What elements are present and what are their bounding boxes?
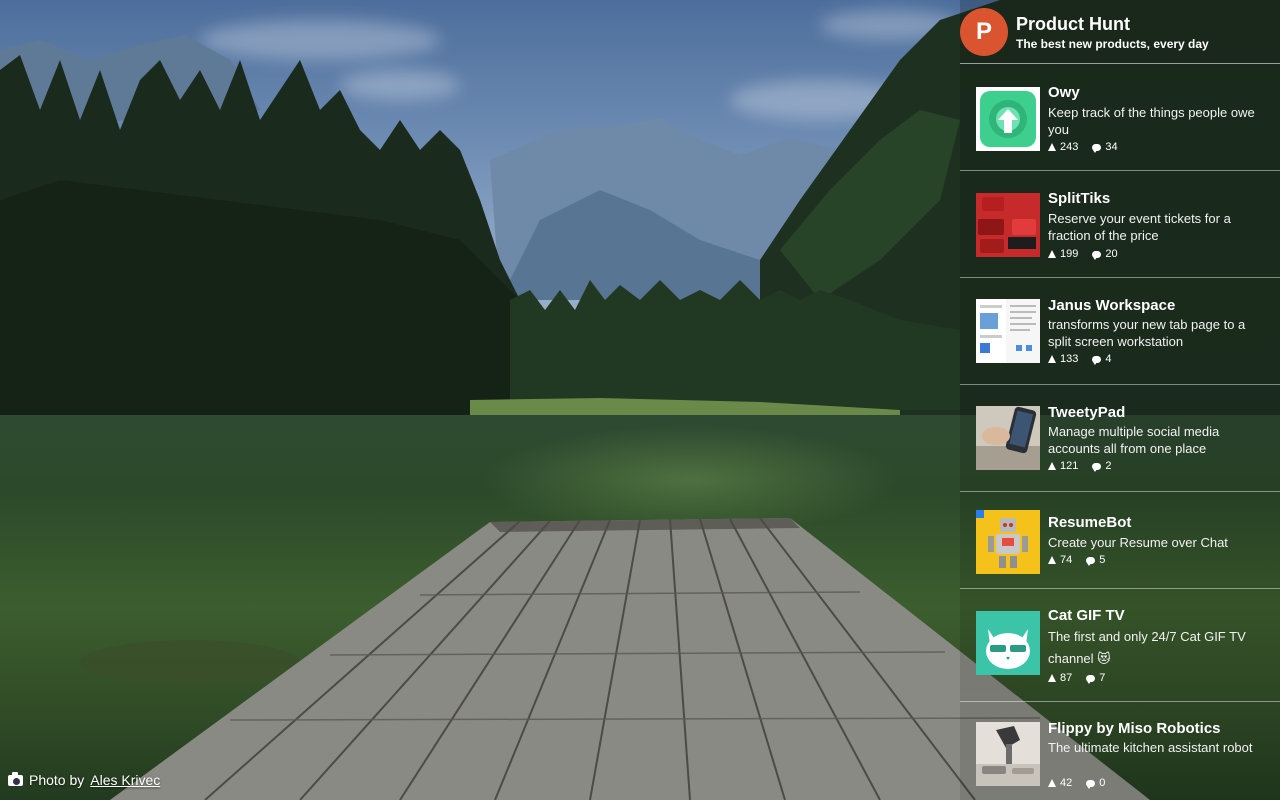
upvote-count[interactable]: 74	[1048, 554, 1072, 566]
product-name[interactable]: Owy	[1048, 84, 1080, 101]
panel-tagline: The best new products, every day	[1016, 37, 1209, 51]
upvote-count[interactable]: 199	[1048, 248, 1078, 260]
upvote-value: 74	[1060, 554, 1073, 566]
product-name[interactable]: TweetyPad	[1048, 404, 1125, 421]
comment-value: 7	[1099, 672, 1106, 684]
comment-value: 4	[1105, 353, 1112, 365]
comment-value: 2	[1105, 460, 1112, 472]
product-hunt-logo-icon[interactable]: P	[960, 8, 1008, 56]
owy-thumbnail[interactable]	[976, 87, 1040, 151]
comment-icon	[1086, 779, 1096, 789]
product-item-cat-gif-tv[interactable]: Cat GIF TV The first and only 24/7 Cat G…	[960, 589, 1280, 702]
cat-gif-tv-logo-icon	[976, 611, 1040, 675]
comment-icon	[1092, 355, 1102, 365]
resumebot-thumbnail[interactable]	[976, 510, 1040, 574]
product-name[interactable]: Janus Workspace	[1048, 297, 1175, 314]
product-meta: 243 34	[1048, 141, 1118, 153]
comment-icon	[1086, 674, 1096, 684]
product-list: Owy Keep track of the things people owe …	[960, 64, 1280, 800]
splittiks-logo-icon	[976, 193, 1040, 257]
comment-count[interactable]: 0	[1086, 777, 1105, 789]
product-item-janus-workspace[interactable]: Janus Workspace transforms your new tab …	[960, 278, 1280, 385]
comment-value: 0	[1099, 777, 1106, 789]
upvote-count[interactable]: 42	[1048, 777, 1072, 789]
janus-screenshot-icon	[976, 299, 1040, 363]
comment-icon	[1092, 143, 1102, 153]
product-tagline: The first and only 24/7 Cat GIF TV chann…	[1048, 629, 1246, 666]
upvote-value: 243	[1060, 141, 1079, 153]
resumebot-robot-icon	[976, 510, 1040, 574]
product-tagline: Keep track of the things people owe you	[1048, 105, 1255, 137]
product-name[interactable]: ResumeBot	[1048, 514, 1131, 531]
product-meta: 87 7	[1048, 672, 1105, 684]
comment-count[interactable]: 4	[1092, 353, 1111, 365]
comment-icon	[1092, 462, 1102, 472]
comment-count[interactable]: 7	[1086, 672, 1105, 684]
product-meta: 42 0	[1048, 777, 1105, 789]
product-meta: 199 20	[1048, 248, 1118, 260]
panel-header[interactable]: P Product Hunt The best new products, ev…	[960, 0, 1280, 64]
product-meta: 133 4	[1048, 353, 1111, 365]
product-name[interactable]: Cat GIF TV	[1048, 607, 1125, 624]
product-item-flippy[interactable]: Flippy by Miso Robotics The ultimate kit…	[960, 702, 1280, 800]
upvote-icon	[1048, 556, 1056, 564]
product-tagline: The ultimate kitchen assistant robot	[1048, 740, 1253, 755]
comment-count[interactable]: 5	[1086, 554, 1105, 566]
product-name[interactable]: SplitTiks	[1048, 190, 1110, 207]
upvote-icon	[1048, 143, 1056, 151]
comment-count[interactable]: 34	[1092, 141, 1118, 153]
upvote-value: 121	[1060, 460, 1079, 472]
comment-value: 20	[1105, 248, 1118, 260]
comment-count[interactable]: 20	[1092, 248, 1118, 260]
comment-value: 5	[1099, 554, 1106, 566]
product-tagline: Create your Resume over Chat	[1048, 535, 1228, 550]
upvote-icon	[1048, 462, 1056, 470]
upvote-value: 199	[1060, 248, 1079, 260]
upvote-count[interactable]: 87	[1048, 672, 1072, 684]
upvote-value: 42	[1060, 777, 1073, 789]
credit-prefix: Photo by	[29, 772, 85, 788]
upvote-icon	[1048, 674, 1056, 682]
upvote-icon	[1048, 779, 1056, 787]
product-tagline: Manage multiple social media accounts al…	[1048, 424, 1220, 456]
product-name[interactable]: Flippy by Miso Robotics	[1048, 720, 1221, 737]
janus-thumbnail[interactable]	[976, 299, 1040, 363]
cat-gif-tv-thumbnail[interactable]	[976, 611, 1040, 675]
comment-icon	[1086, 556, 1096, 566]
product-item-resumebot[interactable]: ResumeBot Create your Resume over Chat 7…	[960, 492, 1280, 589]
photo-credit: Photo by Ales Krivec	[8, 771, 160, 788]
splittiks-thumbnail[interactable]	[976, 193, 1040, 257]
product-tagline: transforms your new tab page to a split …	[1048, 317, 1246, 349]
product-hunt-panel: P Product Hunt The best new products, ev…	[960, 0, 1280, 800]
upvote-value: 133	[1060, 353, 1079, 365]
tweetypad-photo-icon	[976, 406, 1040, 470]
panel-title[interactable]: Product Hunt	[1016, 14, 1130, 35]
tweetypad-thumbnail[interactable]	[976, 406, 1040, 470]
product-item-splittiks[interactable]: SplitTiks Reserve your event tickets for…	[960, 171, 1280, 278]
product-meta: 121 2	[1048, 460, 1111, 472]
comment-value: 34	[1105, 141, 1118, 153]
comment-count[interactable]: 2	[1092, 460, 1111, 472]
flippy-photo-icon	[976, 722, 1040, 786]
photographer-link[interactable]: Ales Krivec	[90, 772, 160, 788]
upvote-value: 87	[1060, 672, 1073, 684]
camera-icon	[8, 771, 23, 786]
product-meta: 74 5	[1048, 554, 1105, 566]
logo-letter: P	[975, 18, 992, 45]
owy-logo-icon	[980, 91, 1036, 147]
product-tagline: Reserve your event tickets for a fractio…	[1048, 211, 1231, 243]
upvote-icon	[1048, 250, 1056, 258]
product-item-owy[interactable]: Owy Keep track of the things people owe …	[960, 64, 1280, 171]
upvote-count[interactable]: 133	[1048, 353, 1078, 365]
upvote-count[interactable]: 243	[1048, 141, 1078, 153]
upvote-icon	[1048, 355, 1056, 363]
comment-icon	[1092, 250, 1102, 260]
upvote-count[interactable]: 121	[1048, 460, 1078, 472]
product-item-tweetypad[interactable]: TweetyPad Manage multiple social media a…	[960, 385, 1280, 492]
flippy-thumbnail[interactable]	[976, 722, 1040, 786]
